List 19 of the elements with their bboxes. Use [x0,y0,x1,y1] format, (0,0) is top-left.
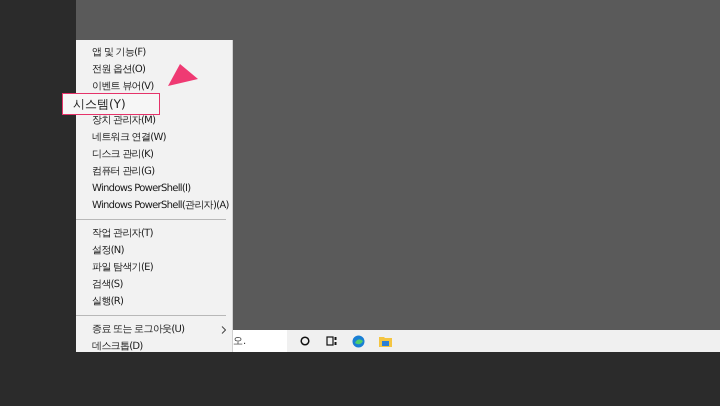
menu-item[interactable]: 디스크 관리(K) [92,148,154,160]
menu-item[interactable]: 설정(N) [92,244,124,256]
menu-item[interactable]: 파일 탐색기(E) [92,262,153,274]
menu-item[interactable]: Windows PowerShell(관리자)(A) [92,200,229,212]
menu-item[interactable]: 데스크톱(D) [92,340,143,352]
menu-item[interactable]: 작업 관리자(T) [92,228,153,240]
menu-item[interactable]: Windows PowerShell(I) [92,182,190,194]
menu-item[interactable]: 종료 또는 로그아웃(U) [92,324,184,336]
menu-item[interactable]: 컴퓨터 관리(G) [92,166,154,178]
highlighted-menu-item[interactable]: 시스템(Y) [62,93,160,115]
menu-item[interactable]: 앱 및 기능(F) [92,46,146,58]
menu-item[interactable]: 이벤트 뷰어(V) [92,80,154,92]
menu-item[interactable]: 검색(S) [92,278,123,290]
menu-item[interactable]: 실행(R) [92,296,124,308]
search-field[interactable]: 오. [231,330,287,352]
menu-item[interactable]: 네트워크 연결(W) [92,132,166,144]
menu-item[interactable]: 전원 옵션(O) [92,64,146,76]
pointer-triangle-icon [168,64,198,86]
menu-item[interactable]: 장치 관리자(M) [92,114,156,126]
